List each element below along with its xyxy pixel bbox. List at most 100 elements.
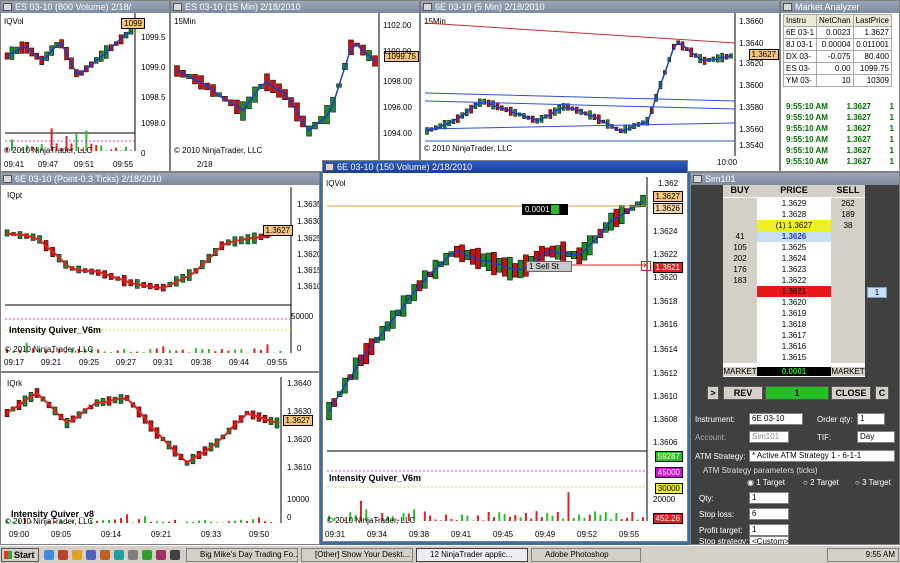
sell-cell[interactable]: 189	[831, 209, 865, 220]
orderqty-stepper[interactable]: 1	[857, 413, 885, 425]
cancel-order-icon[interactable]: ✕	[641, 261, 651, 271]
buy-cell[interactable]	[723, 352, 757, 363]
column-header[interactable]: NetChan	[816, 14, 854, 27]
buy-cell[interactable]	[723, 319, 757, 330]
time-and-sales[interactable]: 9:55:10 AM 1.3627 1 9:55:10 AM 1.3627 1 9:55…	[782, 101, 898, 171]
buy-cell[interactable]	[723, 330, 757, 341]
sell-cell[interactable]	[831, 286, 865, 297]
taskbar-item[interactable]: Big Mike's Day Trading Fo...	[186, 548, 298, 562]
chart-window-6e-150vol[interactable]: 6E 03-10 (150 Volume) 2/18/2010 IQVol 1.…	[322, 160, 688, 542]
dom-row[interactable]: 1.3615	[723, 352, 865, 363]
price-chart[interactable]	[323, 161, 688, 542]
reverse-button[interactable]: REV	[723, 386, 763, 400]
app-icon[interactable]	[142, 550, 152, 560]
app-icon[interactable]	[58, 550, 68, 560]
price-cell[interactable]: 1.3620	[757, 297, 831, 308]
sell-cell[interactable]	[831, 275, 865, 286]
buy-cell[interactable]	[723, 198, 757, 209]
target1-radio[interactable]: ◉ 1 Target	[747, 478, 785, 487]
sell-cell[interactable]	[831, 297, 865, 308]
chart-window-6e-range[interactable]: IQrk 1.3627 1.3640 1.3630 1.3620 1.3610 …	[0, 372, 320, 545]
app-icon[interactable]	[86, 550, 96, 560]
ie-icon[interactable]	[44, 550, 54, 560]
price-cell[interactable]: 1.3625	[757, 242, 831, 253]
window-title-bar[interactable]: Sim101	[691, 173, 899, 185]
price-cell[interactable]: 1.3617	[757, 330, 831, 341]
sell-cell[interactable]	[831, 341, 865, 352]
dom-row[interactable]: 1.3616	[723, 341, 865, 352]
sell-cell[interactable]	[831, 330, 865, 341]
window-title-bar[interactable]: Market Analyzer	[781, 1, 899, 13]
table-row[interactable]: 6E 03-1 0.0023 1.3627	[782, 26, 892, 39]
price-cell[interactable]: 1.3615	[757, 352, 831, 363]
price-cell[interactable]: 1.3628	[757, 209, 831, 220]
dom-row[interactable]: 1.3618	[723, 319, 865, 330]
dom-row[interactable]: 105 1.3625	[723, 242, 865, 253]
sell-cell[interactable]	[831, 231, 865, 242]
instrument-field[interactable]: 6E 03-10	[749, 413, 803, 425]
start-button[interactable]: Start	[1, 548, 39, 562]
market-sell-button[interactable]: MARKET	[831, 367, 865, 376]
app-icon[interactable]	[170, 550, 180, 560]
buy-cell[interactable]	[723, 297, 757, 308]
taskbar-item[interactable]: Adobe Photoshop	[531, 548, 641, 562]
table-row[interactable]: YM 03- 10 10309	[782, 74, 892, 87]
superdom-window[interactable]: Sim101 BUY PRICE SELL 1.3629 262 1.3628 189…	[690, 172, 900, 545]
sell-cell[interactable]	[831, 253, 865, 264]
price-cell[interactable]: 1.3621	[757, 286, 831, 297]
c-button[interactable]: C	[875, 386, 889, 400]
price-cell[interactable]: 1.3626	[757, 231, 831, 242]
buy-cell[interactable]	[723, 220, 757, 231]
price-cell[interactable]: 1.3623	[757, 264, 831, 275]
target3-radio[interactable]: ○ 3 Target	[855, 478, 891, 487]
buy-cell[interactable]	[723, 286, 757, 297]
app-icon[interactable]	[114, 550, 124, 560]
price-cell[interactable]: 1.3622	[757, 275, 831, 286]
chart-window-es-volume[interactable]: ES 03-10 (800 Volume) 2/18/ IQVol 1099 1…	[0, 0, 170, 172]
price-cell[interactable]: 1.3618	[757, 319, 831, 330]
dom-row[interactable]: 202 1.3624	[723, 253, 865, 264]
profit-target-stepper[interactable]: 1	[749, 524, 789, 536]
dom-row[interactable]: (1) 1.3627 38	[723, 220, 865, 231]
qty-stepper[interactable]: 1	[749, 492, 789, 504]
sell-cell[interactable]	[831, 352, 865, 363]
account-select[interactable]: Sim101	[749, 431, 789, 443]
app-icon[interactable]	[100, 550, 110, 560]
sell-cell[interactable]	[831, 308, 865, 319]
price-cell[interactable]: 1.3624	[757, 253, 831, 264]
chart-window-6e-5min[interactable]: 6E 03-10 (5 Min) 2/18/2010 15Min 1.3627 …	[420, 0, 780, 172]
dom-row[interactable]: 41 1.3626	[723, 231, 865, 242]
price-cell[interactable]: (1) 1.3627	[757, 220, 831, 231]
market-buy-button[interactable]: MARKET	[723, 367, 757, 376]
buy-cell[interactable]: 41	[723, 231, 757, 242]
table-row[interactable]: DX 03- -0.075 80.400	[782, 50, 892, 63]
sell-cell[interactable]: 262	[831, 198, 865, 209]
table-row[interactable]: 8J 03-1 0.00004 0.011001	[782, 38, 892, 51]
expand-button[interactable]: >	[707, 386, 719, 400]
chart-window-es-15min[interactable]: ES 03-10 (15 Min) 2/18/2010 15Min 1099.7…	[170, 0, 420, 172]
buy-cell[interactable]: 183	[723, 275, 757, 286]
sell-stop-order[interactable]: 1 Sell St	[526, 261, 572, 272]
market-analyzer-table[interactable]: Instru NetChan LastPrice 6E 03-1 0.0023 1.…	[782, 14, 892, 87]
buy-cell[interactable]	[723, 308, 757, 319]
dom-row[interactable]: 1.3619	[723, 308, 865, 319]
stop-strategy-select[interactable]: <Custom>	[749, 536, 789, 544]
buy-cell[interactable]: 176	[723, 264, 757, 275]
dom-row[interactable]: 1.3620	[723, 297, 865, 308]
column-header[interactable]: Instru	[782, 14, 818, 27]
tif-select[interactable]: Day	[857, 431, 895, 443]
position-button[interactable]: 1	[765, 386, 829, 400]
sell-cell[interactable]: 38	[831, 220, 865, 231]
dom-row[interactable]: 1.3621	[723, 286, 865, 297]
price-cell[interactable]: 1.3629	[757, 198, 831, 209]
chart-window-6e-point[interactable]: 6E 03-10 (Point-0.3 Ticks) 2/18/2010 IQp…	[0, 172, 320, 372]
atm-strategy-select[interactable]: * Active ATM Strategy 1 - 6-1-1	[749, 450, 895, 462]
sell-cell[interactable]	[831, 319, 865, 330]
table-row[interactable]: ES 03- 0.00 1099.75	[782, 62, 892, 75]
app-icon[interactable]	[156, 550, 166, 560]
column-header[interactable]: LastPrice	[852, 14, 892, 27]
dom-row[interactable]: 1.3617	[723, 330, 865, 341]
buy-cell[interactable]	[723, 341, 757, 352]
dom-row[interactable]: 1.3629 262	[723, 198, 865, 209]
price-cell[interactable]: 1.3619	[757, 308, 831, 319]
